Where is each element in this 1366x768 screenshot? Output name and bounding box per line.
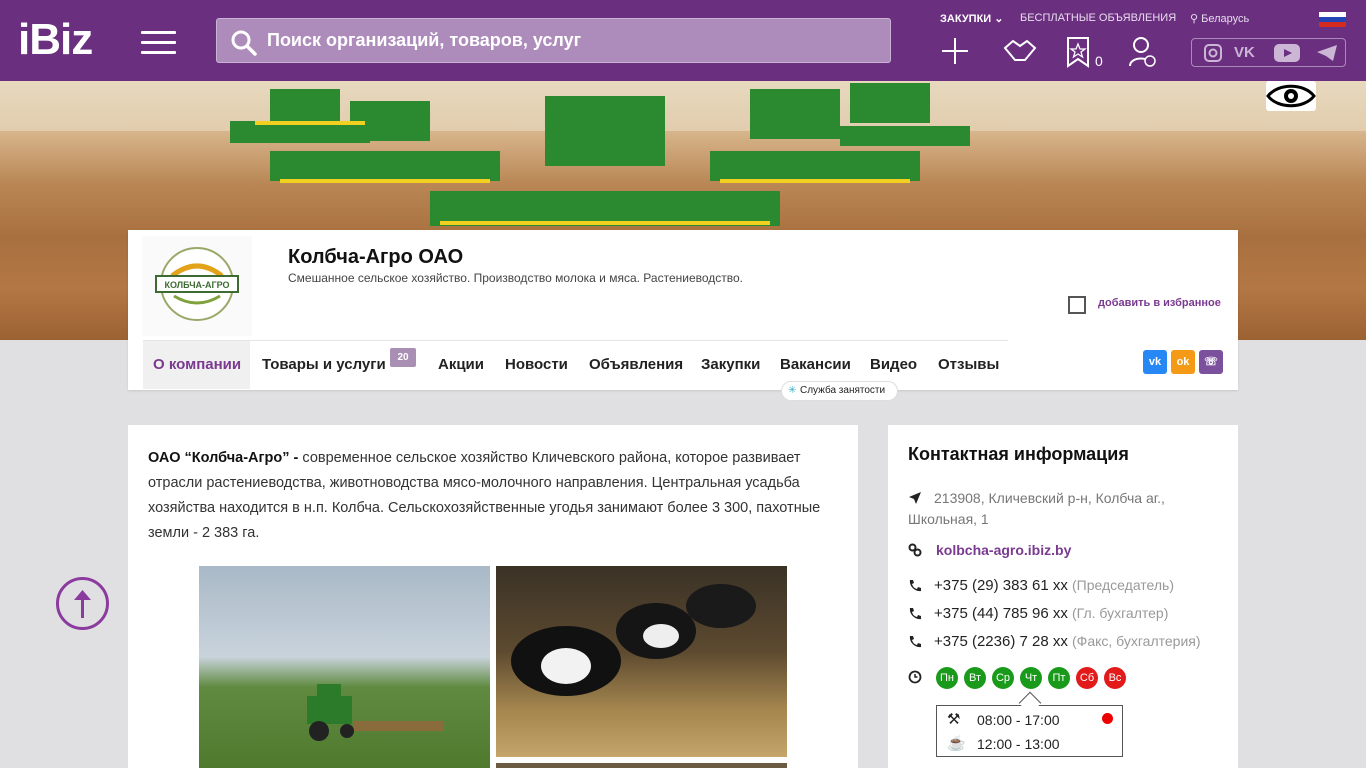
phone-icon <box>909 636 921 648</box>
add-favorite-label[interactable]: добавить в избранное <box>1098 297 1221 309</box>
site-logo[interactable]: iBiz <box>18 18 93 62</box>
youtube-icon[interactable] <box>1274 44 1300 67</box>
tab-promotions[interactable]: Акции <box>438 356 484 373</box>
tab-goods[interactable]: Товары и услуги <box>262 356 386 373</box>
cows-photo[interactable] <box>496 566 787 757</box>
tab-ads[interactable]: Объявления <box>589 356 683 373</box>
phone-2[interactable]: +375 (44) 785 96 xx (Гл. бухгалтер) <box>934 605 1168 622</box>
closed-status-dot <box>1102 713 1113 724</box>
company-logo: КОЛБЧА-АГРО <box>142 236 252 336</box>
work-hours: 08:00 - 17:00 <box>977 712 1060 728</box>
share-ok-icon[interactable]: ok <box>1171 350 1195 374</box>
phone-icon <box>909 580 921 592</box>
scroll-up-button[interactable] <box>56 577 109 630</box>
spark-icon: ✳ <box>788 385 797 396</box>
favorites-count: 0 <box>1095 53 1103 69</box>
day-fri[interactable]: Пт <box>1048 667 1070 689</box>
tab-about[interactable]: О компании <box>153 356 241 373</box>
instagram-icon[interactable] <box>1204 44 1222 67</box>
company-name: Колбча-Агро ОАО <box>288 246 464 268</box>
location-pin-icon: ⚲ <box>1190 13 1199 25</box>
user-add-icon[interactable] <box>1128 36 1158 68</box>
search-icon <box>231 30 257 56</box>
region-selector[interactable]: ⚲ Беларусь <box>1190 12 1249 25</box>
purchases-link[interactable]: ЗАКУПКИ ⌄ <box>940 12 1003 25</box>
share-viber-icon[interactable]: ☏ <box>1199 350 1223 374</box>
tab-video[interactable]: Видео <box>870 356 917 373</box>
add-icon[interactable] <box>940 36 970 66</box>
tab-vacancies[interactable]: Вакансии <box>780 356 851 373</box>
day-sun[interactable]: Вс <box>1104 667 1126 689</box>
language-flag-icon[interactable] <box>1319 12 1346 27</box>
company-description: Смешанное сельское хозяйство. Производст… <box>288 271 744 285</box>
company-logo-text: КОЛБЧА-АГРО <box>164 280 229 290</box>
phone-3[interactable]: +375 (2236) 7 28 xx (Факс, бухгалтерия) <box>934 633 1201 650</box>
search-bar[interactable] <box>216 18 891 63</box>
add-favorite-checkbox[interactable] <box>1068 296 1086 314</box>
nav-divider <box>143 340 1008 341</box>
third-photo[interactable] <box>496 763 787 768</box>
telegram-icon[interactable] <box>1316 44 1338 67</box>
phone-icon <box>909 608 921 620</box>
address-line-2: Школьная, 1 <box>908 511 989 527</box>
break-hours: 12:00 - 13:00 <box>977 736 1060 752</box>
free-ads-link[interactable]: БЕСПЛАТНЫЕ ОБЪЯВЛЕНИЯ <box>1020 12 1176 24</box>
favorites-star-icon[interactable] <box>1066 36 1090 68</box>
tab-news[interactable]: Новости <box>505 356 568 373</box>
share-vk-icon[interactable]: vk <box>1143 350 1167 374</box>
tab-purchases[interactable]: Закупки <box>701 356 760 373</box>
contact-title: Контактная информация <box>908 444 1129 464</box>
day-thu[interactable]: Чт <box>1020 667 1042 689</box>
chevron-down-icon: ⌄ <box>994 13 1004 25</box>
vk-icon[interactable]: VK <box>1234 44 1255 61</box>
website-link[interactable]: kolbcha-agro.ibiz.by <box>936 542 1071 558</box>
employment-service-tooltip[interactable]: ✳ Служба занятости <box>781 381 898 401</box>
social-links: VK <box>1191 38 1346 67</box>
day-sat[interactable]: Сб <box>1076 667 1098 689</box>
address-line-1: 213908, Кличевский р-н, Колбча аг., <box>934 490 1165 506</box>
search-input[interactable] <box>267 19 867 62</box>
menu-icon[interactable] <box>141 31 176 54</box>
accessibility-eye-icon[interactable] <box>1266 81 1316 111</box>
day-mon[interactable]: Пн <box>936 667 958 689</box>
handshake-icon[interactable] <box>1003 36 1037 66</box>
location-arrow-icon <box>909 492 921 504</box>
coffee-cup-icon: ☕ <box>947 735 966 752</box>
tractor-photo[interactable] <box>199 566 490 768</box>
day-wed[interactable]: Ср <box>992 667 1014 689</box>
clock-icon <box>908 670 922 684</box>
phone-1[interactable]: +375 (29) 383 61 xx (Председатель) <box>934 577 1174 594</box>
tab-reviews[interactable]: Отзывы <box>938 356 999 373</box>
tools-icon: ⚒ <box>947 711 961 728</box>
link-icon <box>908 543 922 557</box>
about-text: ОАО “Колбча-Агро” - современное сельское… <box>148 450 821 541</box>
day-tue[interactable]: Вт <box>964 667 986 689</box>
goods-count-badge: 20 <box>390 348 416 367</box>
